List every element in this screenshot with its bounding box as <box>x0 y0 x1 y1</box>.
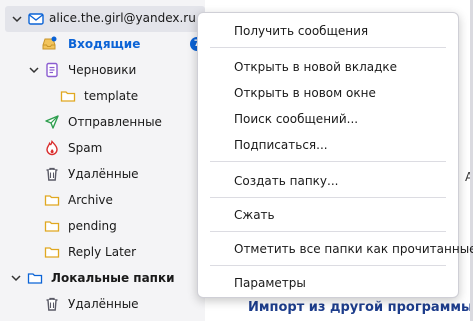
menu-separator <box>210 265 446 266</box>
folder-icon <box>44 192 60 208</box>
folder-icon <box>60 88 76 104</box>
inbox-icon <box>41 36 57 52</box>
chevron-down-icon[interactable] <box>28 64 40 76</box>
inbox-label: Входящие <box>68 37 141 51</box>
folder-row-spam[interactable]: Spam <box>0 135 205 161</box>
folder-row-trash[interactable]: Удалённые <box>0 161 205 187</box>
local-folders-label: Локальные папки <box>51 271 175 285</box>
trash-icon <box>44 166 60 182</box>
archive-label: Archive <box>68 193 113 207</box>
folder-icon <box>44 218 60 234</box>
trash-icon <box>44 296 60 312</box>
folder-row-inbox[interactable]: Входящие 7 <box>0 31 205 57</box>
folder-row-archive[interactable]: Archive <box>0 187 205 213</box>
menu-separator <box>210 231 446 232</box>
spam-icon <box>44 140 60 156</box>
menu-item-get-messages[interactable]: Получить сообщения <box>199 19 457 43</box>
menu-item-subscribe[interactable]: Подписаться... <box>199 133 457 157</box>
folder-row-pending[interactable]: pending <box>0 213 205 239</box>
drafts-icon <box>44 62 60 78</box>
drafts-label: Черновики <box>68 63 137 77</box>
chevron-down-icon[interactable] <box>11 13 23 25</box>
envelope-icon <box>28 11 44 27</box>
spam-label: Spam <box>68 141 103 155</box>
mail-app-window: alice.the.girl@yandex.ru Входящие 7 Черн… <box>0 0 473 321</box>
folder-context-menu: Получить сообщения Открыть в новой вклад… <box>197 12 473 298</box>
local-trash-label: Удалённые <box>68 297 139 311</box>
menu-item-search-messages[interactable]: Поиск сообщений... <box>199 107 457 131</box>
menu-item-open-new-window[interactable]: Открыть в новом окне <box>199 81 457 105</box>
folder-row-reply-later[interactable]: Reply Later <box>0 239 205 265</box>
folder-row-template[interactable]: template <box>0 83 205 109</box>
template-label: template <box>84 89 139 103</box>
sent-icon <box>44 114 60 130</box>
menu-item-mark-all-read[interactable]: Отметить все папки как прочитанные <box>199 237 473 261</box>
folder-row-local-trash[interactable]: Удалённые <box>0 291 205 317</box>
menu-item-new-folder[interactable]: Создать папку... <box>199 169 457 193</box>
menu-separator <box>210 47 446 48</box>
menu-item-open-new-tab[interactable]: Открыть в новой вкладке <box>199 55 457 79</box>
folder-row-account[interactable]: alice.the.girl@yandex.ru <box>5 6 205 32</box>
account-label: alice.the.girl@yandex.ru <box>49 11 196 25</box>
pending-label: pending <box>68 219 117 233</box>
sent-label: Отправленные <box>68 115 162 129</box>
folder-icon <box>27 270 43 286</box>
folder-row-sent[interactable]: Отправленные <box>0 109 205 135</box>
import-link[interactable]: Импорт из другой программы <box>248 300 473 315</box>
menu-separator <box>210 161 446 162</box>
folder-pane: alice.the.girl@yandex.ru Входящие 7 Черн… <box>0 0 205 321</box>
trash-label: Удалённые <box>68 167 139 181</box>
reply-later-label: Reply Later <box>68 245 137 259</box>
chevron-down-icon[interactable] <box>10 272 22 284</box>
menu-separator <box>210 197 446 198</box>
folder-icon <box>44 244 60 260</box>
menu-item-settings[interactable]: Параметры <box>199 271 457 295</box>
folder-row-drafts[interactable]: Черновики <box>0 57 205 83</box>
menu-item-compact[interactable]: Сжать <box>199 203 457 227</box>
folder-row-local-folders[interactable]: Локальные папки <box>0 265 205 291</box>
